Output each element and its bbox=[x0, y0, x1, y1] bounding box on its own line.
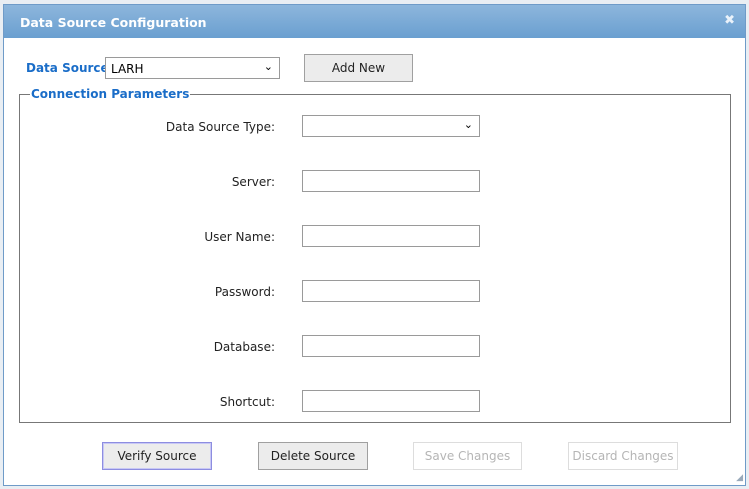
password-input[interactable] bbox=[302, 280, 480, 302]
data-source-type-select[interactable]: ⌄ bbox=[302, 115, 480, 137]
connection-parameters-legend: Connection Parameters bbox=[31, 87, 190, 101]
data-source-configuration-dialog: Data Source Configuration ✖ Data Source:… bbox=[3, 4, 746, 486]
add-new-button[interactable]: Add New bbox=[304, 54, 413, 82]
data-source-label: Data Source: bbox=[26, 61, 114, 75]
discard-changes-button[interactable]: Discard Changes bbox=[568, 442, 678, 470]
delete-source-button[interactable]: Delete Source bbox=[258, 442, 368, 470]
shortcut-input[interactable] bbox=[302, 390, 480, 412]
database-label: Database: bbox=[213, 340, 275, 354]
user-name-label: User Name: bbox=[204, 230, 275, 244]
close-icon[interactable]: ✖ bbox=[724, 13, 735, 28]
title-bar[interactable]: Data Source Configuration ✖ bbox=[4, 5, 745, 38]
database-input[interactable] bbox=[302, 335, 480, 357]
password-label: Password: bbox=[214, 285, 275, 299]
data-source-value: LARH bbox=[111, 62, 144, 76]
server-label: Server: bbox=[231, 175, 275, 189]
verify-source-button[interactable]: Verify Source bbox=[102, 442, 212, 470]
dialog-title: Data Source Configuration bbox=[20, 15, 207, 30]
chevron-down-icon: ⌄ bbox=[463, 118, 473, 131]
connection-parameters-group: Connection Parameters Data Source Type: … bbox=[19, 87, 731, 423]
server-input[interactable] bbox=[302, 170, 480, 192]
save-changes-button[interactable]: Save Changes bbox=[413, 442, 522, 470]
user-name-input[interactable] bbox=[302, 225, 480, 247]
shortcut-label: Shortcut: bbox=[219, 395, 275, 409]
data-source-type-label: Data Source Type: bbox=[165, 120, 275, 134]
resize-grip-icon[interactable]: ◢ bbox=[736, 473, 743, 483]
data-source-select[interactable]: LARH ⌄ bbox=[105, 57, 280, 79]
chevron-down-icon: ⌄ bbox=[263, 60, 273, 73]
